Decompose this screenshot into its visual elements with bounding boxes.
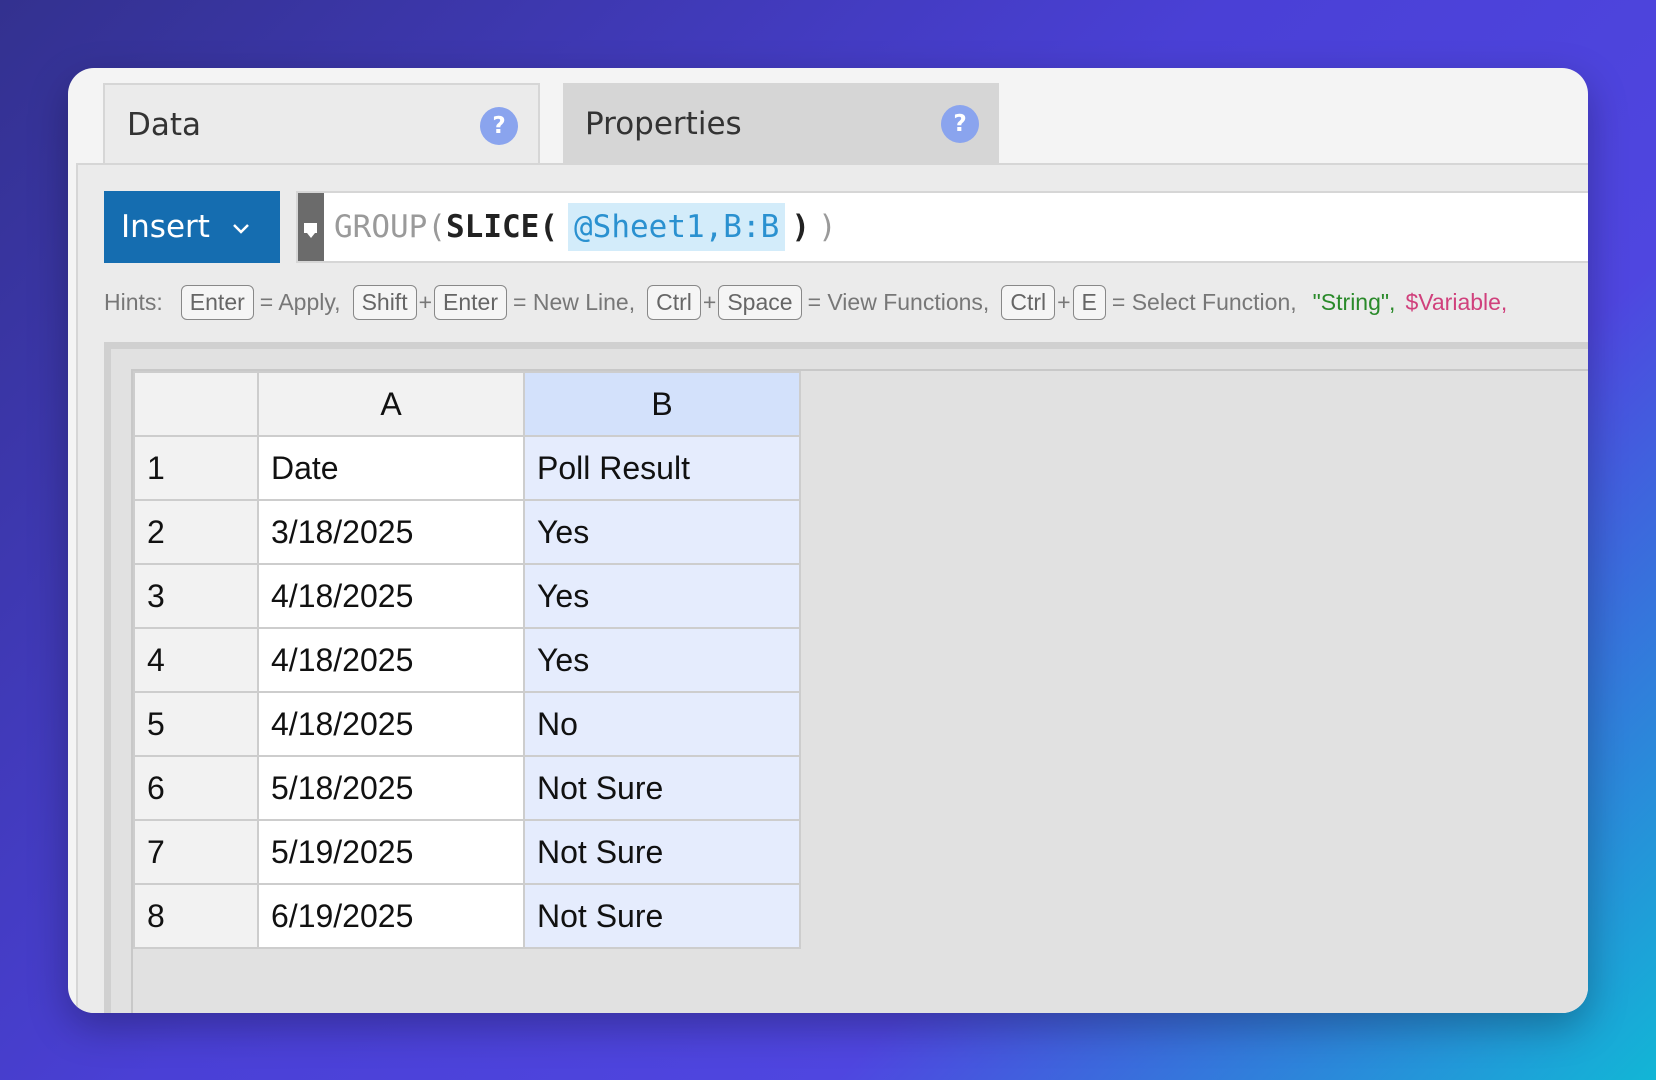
- cell-b2[interactable]: Yes: [523, 499, 801, 565]
- hint-new-line: = New Line,: [513, 288, 636, 315]
- help-icon[interactable]: ?: [941, 105, 979, 143]
- cell-a2[interactable]: 3/18/2025: [257, 499, 525, 565]
- table-row: 2 3/18/2025 Yes: [133, 499, 801, 565]
- cell-b3[interactable]: Yes: [523, 563, 801, 629]
- cell-a1[interactable]: Date: [257, 435, 525, 501]
- formula-bar[interactable]: GROUP ( SLICE ( @Sheet1,B:B ) ): [296, 191, 1588, 263]
- formula-paren: (: [427, 209, 446, 245]
- formula-reference[interactable]: @Sheet1,B:B: [568, 203, 786, 251]
- table-row: 1 Date Poll Result: [133, 435, 801, 501]
- row-header[interactable]: 5: [133, 691, 259, 757]
- data-panel: Insert GROUP ( SLICE ( @Sheet1,B:B ) ) H…: [76, 163, 1588, 1013]
- spreadsheet-grid: A B 1 Date Poll Result 2 3/18/2025 Yes 3…: [131, 369, 1588, 1013]
- kbd-plus: +: [702, 288, 717, 315]
- cell-b7[interactable]: Not Sure: [523, 819, 801, 885]
- cell-a6[interactable]: 5/18/2025: [257, 755, 525, 821]
- hint-string-example: "String",: [1312, 288, 1396, 315]
- kbd-plus: +: [418, 288, 433, 315]
- kbd-ctrl: Ctrl: [647, 284, 701, 320]
- spreadsheet-area: A B 1 Date Poll Result 2 3/18/2025 Yes 3…: [104, 342, 1588, 1013]
- cell-b5[interactable]: No: [523, 691, 801, 757]
- hint-variable-example: $Variable,: [1405, 288, 1508, 315]
- hint-apply: = Apply,: [259, 288, 341, 315]
- row-header[interactable]: 6: [133, 755, 259, 821]
- cell-a7[interactable]: 5/19/2025: [257, 819, 525, 885]
- row-header[interactable]: 7: [133, 819, 259, 885]
- tab-properties[interactable]: Properties ?: [563, 83, 999, 165]
- table-row: 4 4/18/2025 Yes: [133, 627, 801, 693]
- table-row: 7 5/19/2025 Not Sure: [133, 819, 801, 885]
- cell-b4[interactable]: Yes: [523, 627, 801, 693]
- row-header[interactable]: 1: [133, 435, 259, 501]
- row-header[interactable]: 3: [133, 563, 259, 629]
- formula-paren: (: [539, 209, 558, 245]
- tab-data-label: Data: [127, 107, 202, 143]
- row-header[interactable]: 8: [133, 883, 259, 949]
- kbd-enter: Enter: [434, 284, 508, 320]
- insert-button-label: Insert: [121, 209, 210, 245]
- formula-paren: ): [791, 209, 810, 245]
- formula-group-function: GROUP: [334, 209, 428, 245]
- insert-button[interactable]: Insert: [104, 191, 280, 263]
- comment-icon[interactable]: [298, 193, 324, 261]
- table-row: 3 4/18/2025 Yes: [133, 563, 801, 629]
- kbd-shift: Shift: [352, 284, 417, 320]
- spreadsheet-table: A B 1 Date Poll Result 2 3/18/2025 Yes 3…: [133, 371, 801, 949]
- kbd-plus: +: [1057, 288, 1071, 315]
- cell-a8[interactable]: 6/19/2025: [257, 883, 525, 949]
- cell-a3[interactable]: 4/18/2025: [257, 563, 525, 629]
- table-row: 8 6/19/2025 Not Sure: [133, 883, 801, 949]
- tab-properties-label: Properties: [585, 106, 742, 142]
- cell-b8[interactable]: Not Sure: [523, 883, 801, 949]
- column-header-row: A B: [133, 371, 801, 437]
- hints-prefix: Hints:: [104, 288, 163, 315]
- column-header-b[interactable]: B: [523, 371, 801, 437]
- table-row: 6 5/18/2025 Not Sure: [133, 755, 801, 821]
- kbd-ctrl: Ctrl: [1001, 284, 1056, 320]
- hints-bar: Hints: Enter = Apply, Shift + Enter = Ne…: [104, 281, 1588, 323]
- kbd-e: E: [1072, 284, 1106, 320]
- row-header[interactable]: 4: [133, 627, 259, 693]
- hint-select-function: = Select Function,: [1111, 288, 1297, 315]
- hint-view-functions: = View Functions,: [807, 288, 990, 315]
- formula-paren: ): [817, 209, 837, 245]
- kbd-enter: Enter: [180, 284, 254, 320]
- row-header[interactable]: 2: [133, 499, 259, 565]
- editor-window: Data ? Properties ? Insert GROUP ( SLICE…: [68, 68, 1588, 1013]
- column-header-a[interactable]: A: [257, 371, 525, 437]
- cell-b1[interactable]: Poll Result: [523, 435, 801, 501]
- cell-a4[interactable]: 4/18/2025: [257, 627, 525, 693]
- table-row: 5 4/18/2025 No: [133, 691, 801, 757]
- help-icon[interactable]: ?: [480, 107, 518, 145]
- formula-slice-function: SLICE: [446, 209, 540, 245]
- formula-input[interactable]: GROUP ( SLICE ( @Sheet1,B:B ) ): [334, 193, 837, 261]
- cell-b6[interactable]: Not Sure: [523, 755, 801, 821]
- chevron-down-icon: [233, 224, 249, 234]
- kbd-space: Space: [718, 284, 802, 320]
- corner-cell[interactable]: [133, 371, 259, 437]
- tab-data[interactable]: Data ?: [103, 83, 540, 165]
- cell-a5[interactable]: 4/18/2025: [257, 691, 525, 757]
